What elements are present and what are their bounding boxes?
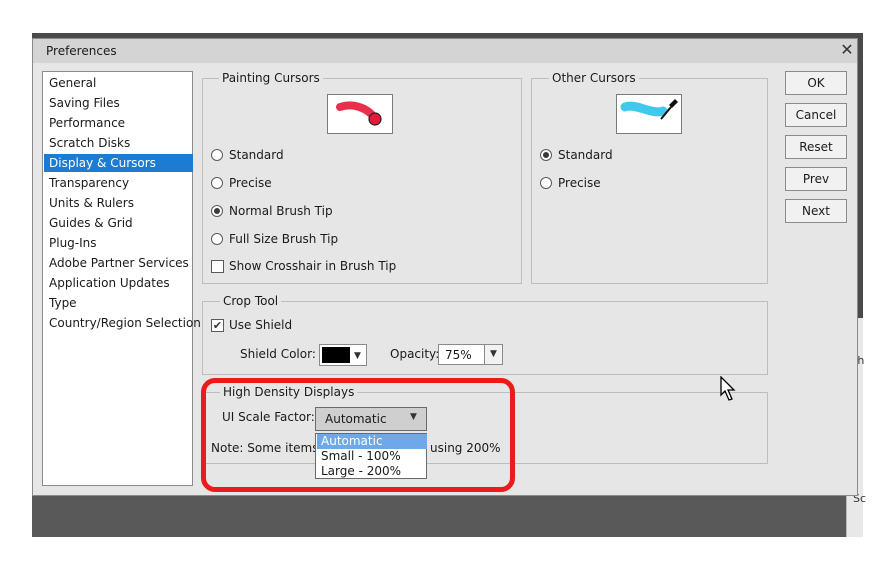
category-list[interactable]: General Saving Files Performance Scratch… bbox=[42, 71, 201, 486]
use-shield-label: Use Shield bbox=[229, 318, 293, 332]
opacity-label: Opacity: bbox=[390, 347, 440, 361]
normal-brush-tip-label: Normal Brush Tip bbox=[229, 204, 333, 218]
category-item-general[interactable]: General bbox=[44, 74, 193, 92]
category-item-application-updates[interactable]: Application Updates bbox=[44, 274, 193, 292]
category-item-scratch-disks[interactable]: Scratch Disks bbox=[44, 134, 193, 152]
painting-standard-label: Standard bbox=[229, 148, 284, 162]
category-item-plug-ins[interactable]: Plug-Ins bbox=[44, 234, 193, 252]
painting-cursor-preview bbox=[327, 94, 393, 134]
crosshair-label: Show Crosshair in Brush Tip bbox=[229, 259, 397, 273]
opacity-dropdown[interactable]: 75% ▼ bbox=[438, 344, 503, 365]
dialog-titlebar[interactable] bbox=[33, 39, 857, 63]
other-cursor-preview bbox=[616, 94, 682, 134]
app-bottom-strip bbox=[32, 496, 847, 537]
opacity-value: 75% bbox=[445, 348, 472, 362]
full-size-brush-tip-label: Full Size Brush Tip bbox=[229, 232, 339, 246]
category-item-guides-grid[interactable]: Guides & Grid bbox=[44, 214, 193, 232]
crosshair-checkbox[interactable] bbox=[211, 260, 224, 273]
category-item-performance[interactable]: Performance bbox=[44, 114, 193, 132]
painting-precise-label: Precise bbox=[229, 176, 272, 190]
eyedropper-stroke-icon bbox=[620, 99, 678, 120]
chevron-down-icon: ▼ bbox=[354, 351, 361, 361]
painting-cursors-label: Painting Cursors bbox=[219, 71, 323, 85]
other-standard-label: Standard bbox=[558, 148, 613, 162]
other-precise-label: Precise bbox=[558, 176, 601, 190]
next-button[interactable]: Next bbox=[785, 199, 847, 223]
other-cursors-label: Other Cursors bbox=[549, 71, 639, 85]
annotation-highlight bbox=[201, 378, 515, 492]
category-item-transparency[interactable]: Transparency bbox=[44, 174, 193, 192]
painting-standard-radio[interactable] bbox=[211, 149, 223, 161]
dialog-title: Preferences bbox=[46, 44, 117, 58]
shield-color-label: Shield Color: bbox=[240, 347, 316, 361]
brush-stroke-icon bbox=[336, 101, 382, 126]
shield-color-picker[interactable]: ▼ bbox=[319, 344, 367, 366]
category-item-adobe-partner-services[interactable]: Adobe Partner Services bbox=[44, 254, 193, 272]
full-size-brush-tip-radio[interactable] bbox=[211, 233, 223, 245]
crop-tool-label: Crop Tool bbox=[220, 294, 282, 308]
chevron-down-icon[interactable]: ▼ bbox=[484, 345, 502, 364]
close-icon[interactable]: ✕ bbox=[838, 40, 856, 60]
category-item-display-cursors[interactable]: Display & Cursors bbox=[44, 154, 193, 172]
use-shield-checkbox[interactable]: ✔ bbox=[211, 319, 224, 332]
other-standard-radio[interactable] bbox=[540, 149, 552, 161]
painting-precise-radio[interactable] bbox=[211, 177, 223, 189]
prev-button[interactable]: Prev bbox=[785, 167, 847, 191]
cancel-button[interactable]: Cancel bbox=[785, 103, 847, 127]
category-item-units-rulers[interactable]: Units & Rulers bbox=[44, 194, 193, 212]
category-item-country-region[interactable]: Country/Region Selection bbox=[44, 314, 201, 332]
ok-button[interactable]: OK bbox=[785, 71, 847, 95]
normal-brush-tip-radio[interactable] bbox=[211, 205, 223, 217]
other-precise-radio[interactable] bbox=[540, 177, 552, 189]
category-item-saving-files[interactable]: Saving Files bbox=[44, 94, 193, 112]
category-item-type[interactable]: Type bbox=[44, 294, 193, 312]
reset-button[interactable]: Reset bbox=[785, 135, 847, 159]
mouse-pointer-icon bbox=[720, 375, 738, 405]
shield-color-swatch bbox=[322, 347, 350, 363]
